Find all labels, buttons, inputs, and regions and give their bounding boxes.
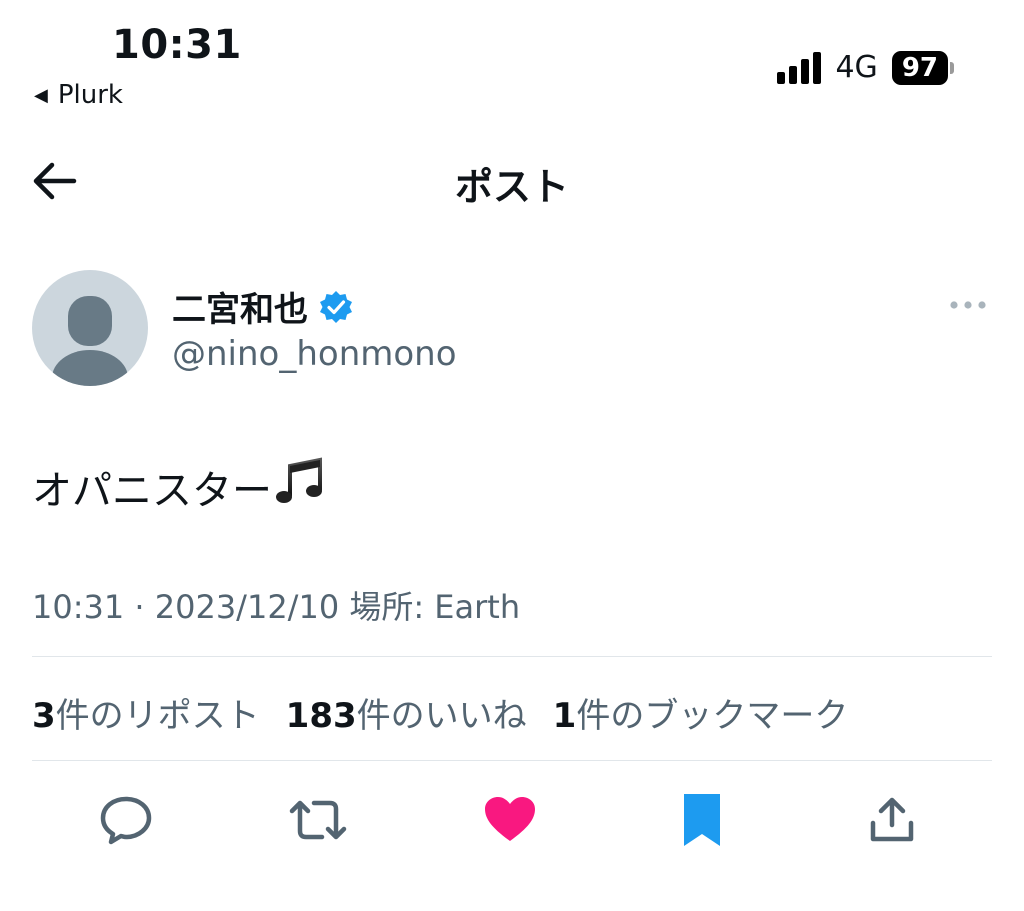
repost-icon[interactable]: [288, 790, 348, 850]
author-handle[interactable]: @nino_honmono: [172, 334, 457, 374]
author-display-name[interactable]: 二宮和也: [172, 282, 354, 331]
signal-icon: [777, 51, 822, 84]
display-name-text: 二宮和也: [172, 290, 308, 330]
status-indicators: 4G 97: [777, 50, 954, 85]
like-icon[interactable]: [480, 790, 540, 850]
like-count[interactable]: 183件のいいね: [286, 688, 527, 737]
engagement-stats: 3件のリポスト 183件のいいね 1件のブックマーク: [32, 688, 848, 737]
repost-count[interactable]: 3件のリポスト: [32, 688, 260, 737]
more-icon[interactable]: [948, 290, 988, 320]
avatar[interactable]: [32, 270, 148, 386]
share-icon[interactable]: [862, 790, 922, 850]
post-text-content: オパニスター: [32, 468, 272, 514]
post-text: オパニスター: [32, 456, 326, 518]
page-title: ポスト: [454, 165, 569, 209]
battery-level: 97: [891, 50, 948, 85]
post-detail-screen: 10:31 ◀ Plurk 4G 97 ポスト 二宮和也 @nino_honmo…: [0, 0, 1024, 911]
status-time: 10:31: [112, 22, 242, 68]
bookmark-icon[interactable]: [672, 790, 732, 850]
network-type: 4G: [835, 50, 878, 85]
action-bar: [0, 790, 1024, 850]
post-timestamp-location: 10:31 · 2023/12/10 場所: Earth: [32, 588, 521, 626]
back-triangle-icon: ◀: [34, 84, 48, 106]
back-app-label: Plurk: [57, 80, 123, 110]
bookmark-count[interactable]: 1件のブックマーク: [553, 688, 849, 737]
divider: [32, 760, 992, 761]
battery-icon: 97: [891, 50, 954, 85]
reply-icon[interactable]: [96, 790, 156, 850]
verified-badge-icon: [318, 289, 354, 325]
back-to-app-link[interactable]: ◀ Plurk: [34, 80, 123, 110]
divider: [32, 656, 992, 657]
music-notes-icon: [276, 456, 326, 518]
